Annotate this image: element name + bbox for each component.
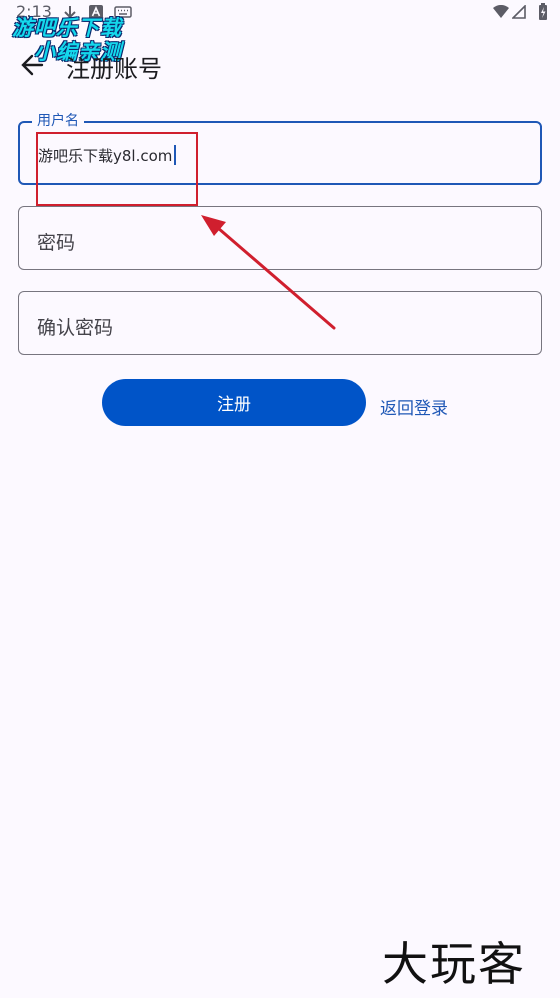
password-placeholder: 密码 xyxy=(37,232,76,254)
watermark-bottom: 大玩客 xyxy=(382,937,526,991)
arrow-left-icon[interactable] xyxy=(18,50,48,80)
wifi-icon xyxy=(493,5,509,18)
annotation-highlight-box xyxy=(36,132,198,206)
register-button[interactable]: 注册 xyxy=(102,379,366,426)
back-to-login-link[interactable]: 返回登录 xyxy=(380,394,448,419)
confirm-password-field[interactable]: 确认密码 xyxy=(18,291,542,355)
username-label: 用户名 xyxy=(32,113,84,129)
page-title: 注册账号 xyxy=(66,55,162,83)
battery-icon xyxy=(539,3,547,20)
password-field[interactable]: 密码 xyxy=(18,206,542,270)
confirm-password-placeholder: 确认密码 xyxy=(37,317,114,339)
cellular-icon xyxy=(512,5,526,19)
